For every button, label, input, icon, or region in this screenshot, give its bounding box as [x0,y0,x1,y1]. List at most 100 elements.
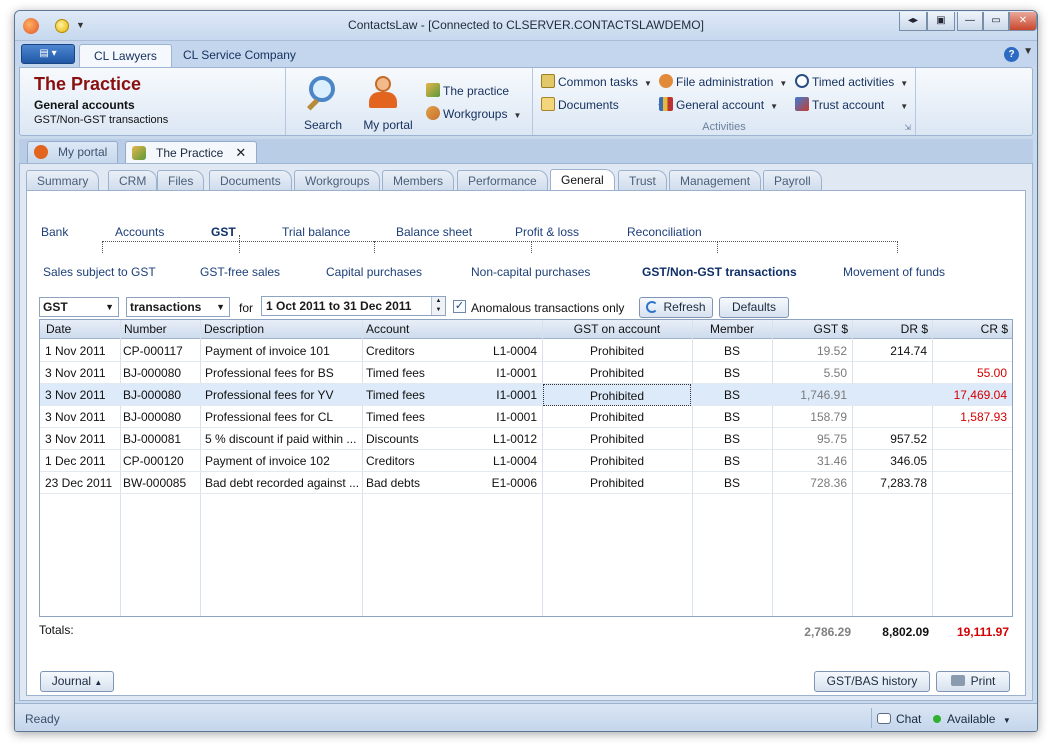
cell-gst-on-account[interactable]: Prohibited [543,406,691,428]
cell-description[interactable]: Payment of invoice 102 [202,450,360,472]
cell-code[interactable]: L1-0004 [460,340,540,362]
cell-cr[interactable] [932,472,1010,494]
cell-cr[interactable] [932,340,1010,362]
cell-number[interactable]: BJ-000080 [120,362,200,384]
cell-gst-on-account[interactable]: Prohibited [543,362,691,384]
col-description[interactable]: Description [200,320,362,339]
cell-date[interactable]: 3 Nov 2011 [42,362,120,384]
general-account-button[interactable]: General account ▼ [659,96,778,114]
cell-account[interactable]: Discounts [363,428,463,450]
col-account[interactable]: Account [362,320,542,339]
cell-gst-on-account[interactable]: Prohibited [543,340,691,362]
cell-dr[interactable] [852,406,930,428]
gst-bas-history-button[interactable]: GST/BAS history [814,671,930,692]
cell-description[interactable]: Professional fees for BS [202,362,360,384]
cell-cr[interactable]: 55.00 [932,362,1010,384]
tab-members[interactable]: Members [382,170,455,191]
doc-tab-my-portal[interactable]: My portal [27,141,119,163]
workgroups-button[interactable]: Workgroups ▼ [426,105,521,123]
close-button[interactable]: ✕ [1009,12,1037,31]
cell-cr[interactable]: 1,587.93 [932,406,1010,428]
nav-profit-loss[interactable]: Profit & loss [515,225,579,239]
ribbon-tab-cl-lawyers[interactable]: CL Lawyers [79,44,172,67]
nav-capital-purchases[interactable]: Capital purchases [326,265,422,279]
cell-code[interactable]: L1-0004 [460,450,540,472]
table-row[interactable]: 3 Nov 2011 BJ-000080 Professional fees for… [40,362,1012,384]
cell-description[interactable]: Payment of invoice 101 [202,340,360,362]
cell-member[interactable]: BS [692,428,772,450]
tab-summary[interactable]: Summary [26,170,100,191]
cell-code[interactable]: I1-0001 [460,406,540,428]
cell-account[interactable]: Creditors [363,340,463,362]
cell-dr[interactable] [852,384,930,406]
cell-account[interactable]: Timed fees [363,384,463,406]
cell-account[interactable]: Creditors [363,450,463,472]
cell-gst[interactable]: 5.50 [772,362,850,384]
col-member[interactable]: Member [692,320,772,339]
search-button[interactable]: Search [298,72,348,134]
doc-tab-the-practice[interactable]: The Practice ✕ [125,141,258,164]
nav-trial-balance[interactable]: Trial balance [282,225,350,239]
tab-performance[interactable]: Performance [457,170,548,191]
availability-status[interactable]: Available ▼ [933,712,1011,726]
cell-date[interactable]: 1 Nov 2011 [42,340,120,362]
nav-gst-free-sales[interactable]: GST-free sales [200,265,280,279]
table-row[interactable]: 1 Nov 2011 CP-000117 Payment of invoice 10… [40,340,1012,362]
journal-button[interactable]: Journal ▲ [40,671,114,692]
help-icon[interactable]: ? [1004,47,1019,62]
timed-activities-button[interactable]: Timed activities ▼ [795,73,908,91]
cell-date[interactable]: 3 Nov 2011 [42,428,120,450]
col-gst[interactable]: GST $ [772,320,852,339]
cell-number[interactable]: BJ-000080 [120,406,200,428]
cell-account[interactable]: Bad debts [363,472,463,494]
my-portal-button[interactable]: My portal [358,72,418,134]
common-tasks-button[interactable]: Common tasks ▼ [541,73,652,91]
nav-movement-of-funds[interactable]: Movement of funds [843,265,945,279]
chat-button[interactable]: Chat [877,712,921,726]
cell-number[interactable]: BW-000085 [120,472,200,494]
tab-files[interactable]: Files [157,170,205,191]
cell-member[interactable]: BS [692,362,772,384]
cell-gst[interactable]: 19.52 [772,340,850,362]
cell-number[interactable]: CP-000117 [120,340,200,362]
close-icon[interactable]: ✕ [235,145,246,160]
col-cr[interactable]: CR $ [932,320,1012,339]
cell-gst-on-account[interactable]: Prohibited [543,428,691,450]
tab-payroll[interactable]: Payroll [763,170,822,191]
col-gst-on-account[interactable]: GST on account [542,320,692,339]
table-row[interactable]: 3 Nov 2011 BJ-000081 5 % discount if paid … [40,428,1012,450]
tab-crm[interactable]: CRM [108,170,158,191]
documents-button[interactable]: Documents▼ [541,96,665,114]
gst-type-select[interactable]: GST ▼ [39,297,119,317]
date-spinner-icon[interactable]: ▲ ▼ [431,297,445,315]
cell-description[interactable]: 5 % discount if paid within ... [202,428,360,450]
cell-member[interactable]: BS [692,406,772,428]
cell-gst-on-account[interactable]: Prohibited [543,450,691,472]
cell-cr[interactable] [932,450,1010,472]
tab-management[interactable]: Management [669,170,762,191]
cell-code[interactable]: I1-0001 [460,384,540,406]
tab-workgroups[interactable]: Workgroups [294,170,381,191]
nav-gst[interactable]: GST [211,225,236,239]
tab-trust[interactable]: Trust [618,170,667,191]
cell-gst[interactable]: 158.79 [772,406,850,428]
ribbon-collapse-icon[interactable]: ▼ [1023,46,1033,57]
cell-member[interactable]: BS [692,340,772,362]
cell-gst[interactable]: 95.75 [772,428,850,450]
cell-dr[interactable]: 7,283.78 [852,472,930,494]
restore-view-icon[interactable]: ◂▸ [899,12,927,31]
tab-documents[interactable]: Documents [209,170,292,191]
date-range-field[interactable]: 1 Oct 2011 to 31 Dec 2011 ▲ ▼ [261,296,446,316]
cell-date[interactable]: 23 Dec 2011 [42,472,120,494]
maximize-button[interactable]: ▭ [983,12,1009,31]
cell-gst[interactable]: 31.46 [772,450,850,472]
the-practice-button[interactable]: The practice [426,82,509,100]
refresh-button[interactable]: Refresh [639,297,713,318]
cell-cr[interactable]: 17,469.04 [932,384,1010,406]
cell-description[interactable]: Bad debt recorded against ... [202,472,360,494]
nav-bank[interactable]: Bank [41,225,68,239]
table-row[interactable]: 23 Dec 2011 BW-000085 Bad debt recorded ag… [40,472,1012,494]
nav-gst-non-gst-transactions[interactable]: GST/Non-GST transactions [642,265,797,279]
cell-cr[interactable] [932,428,1010,450]
nav-balance-sheet[interactable]: Balance sheet [396,225,472,239]
